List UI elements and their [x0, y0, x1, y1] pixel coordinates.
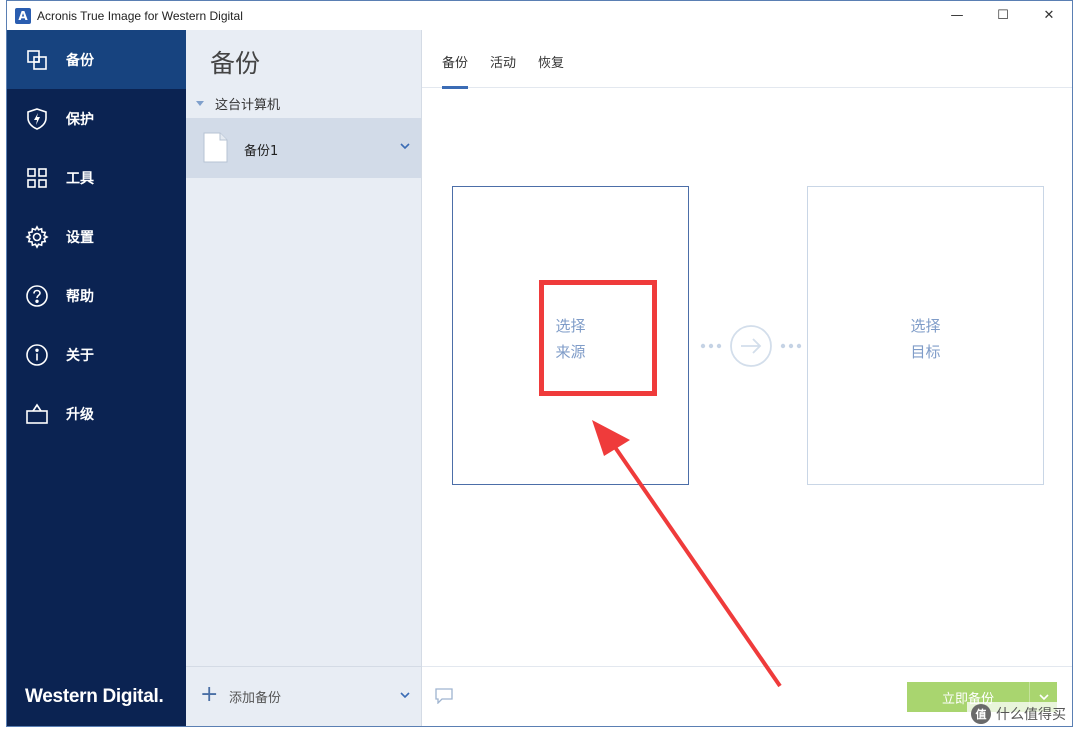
backup-list-item[interactable]: 备份1	[186, 118, 421, 178]
backup-icon	[25, 48, 49, 72]
main-content: 备份 活动 恢复 选择 来源 选择 目标 立即备份	[422, 30, 1072, 726]
watermark: 值 什么值得买	[967, 702, 1070, 726]
annotation-highlight-box	[539, 280, 657, 396]
chevron-down-icon	[1038, 694, 1049, 701]
tab-activity[interactable]: 活动	[490, 52, 516, 71]
tab-recovery[interactable]: 恢复	[538, 52, 564, 71]
select-source-box[interactable]: 选择 来源	[452, 186, 689, 485]
sidebar-item-label: 升级	[66, 406, 94, 423]
sidebar-item-tools[interactable]: 工具	[7, 148, 186, 207]
app-window: A Acronis True Image for Western Digital…	[6, 0, 1073, 727]
acronis-logo-icon: A	[15, 7, 31, 24]
sidebar: 备份 保护 工具 设置 帮助 关于 升级 Western Digital.	[7, 30, 186, 726]
shield-icon	[25, 107, 49, 131]
target-label-line2: 目标	[910, 343, 941, 361]
sidebar-item-about[interactable]: 关于	[7, 325, 186, 384]
western-digital-logo: Western Digital.	[25, 686, 164, 707]
group-label: 这台计算机	[215, 98, 281, 113]
plus-icon[interactable]: +	[200, 684, 218, 706]
watermark-text: 什么值得买	[996, 707, 1066, 723]
chat-icon[interactable]	[435, 688, 453, 704]
backup-item-name: 备份1	[244, 144, 279, 159]
backup-list-panel: 备份 这台计算机 备份1 + 添加备份	[186, 30, 422, 726]
maximize-button[interactable]: ☐	[980, 1, 1026, 30]
sidebar-item-label: 帮助	[66, 288, 94, 305]
caret-down-icon	[196, 101, 204, 106]
watermark-logo: 值	[971, 704, 991, 724]
title-bar: A Acronis True Image for Western Digital…	[7, 1, 1072, 30]
sidebar-item-label: 工具	[66, 170, 94, 187]
arrow-connector	[700, 325, 802, 367]
group-this-computer[interactable]: 这台计算机	[196, 94, 280, 113]
sidebar-item-settings[interactable]: 设置	[7, 207, 186, 266]
target-label-line1: 选择	[910, 317, 941, 335]
chevron-down-icon[interactable]	[399, 140, 411, 152]
info-icon	[25, 343, 49, 367]
tab-backup[interactable]: 备份	[442, 52, 469, 89]
list-footer: + 添加备份	[186, 666, 421, 726]
tools-grid-icon	[25, 166, 49, 190]
sidebar-item-label: 保护	[66, 111, 94, 128]
close-button[interactable]: ✕	[1026, 1, 1072, 30]
sidebar-item-label: 关于	[66, 347, 94, 364]
basket-icon	[25, 402, 49, 426]
minimize-button[interactable]: —	[934, 1, 980, 30]
sidebar-item-help[interactable]: 帮助	[7, 266, 186, 325]
sidebar-item-protect[interactable]: 保护	[7, 89, 186, 148]
add-backup-button[interactable]: 添加备份	[229, 687, 281, 706]
gear-icon	[25, 224, 49, 249]
sidebar-item-label: 备份	[66, 52, 94, 69]
help-icon	[25, 284, 49, 308]
panel-title: 备份	[210, 49, 261, 78]
tab-bar: 备份 活动 恢复	[422, 30, 1072, 89]
sidebar-item-label: 设置	[66, 229, 94, 246]
chevron-down-icon[interactable]	[399, 689, 411, 701]
file-icon	[203, 132, 228, 163]
select-target-box[interactable]: 选择 目标	[807, 186, 1044, 485]
sidebar-item-backup[interactable]: 备份	[7, 30, 186, 89]
select-target-label: 选择 目标	[808, 313, 1043, 365]
window-title: Acronis True Image for Western Digital	[37, 8, 243, 23]
sidebar-item-upgrade[interactable]: 升级	[7, 384, 186, 443]
window-controls: — ☐ ✕	[934, 1, 1072, 30]
